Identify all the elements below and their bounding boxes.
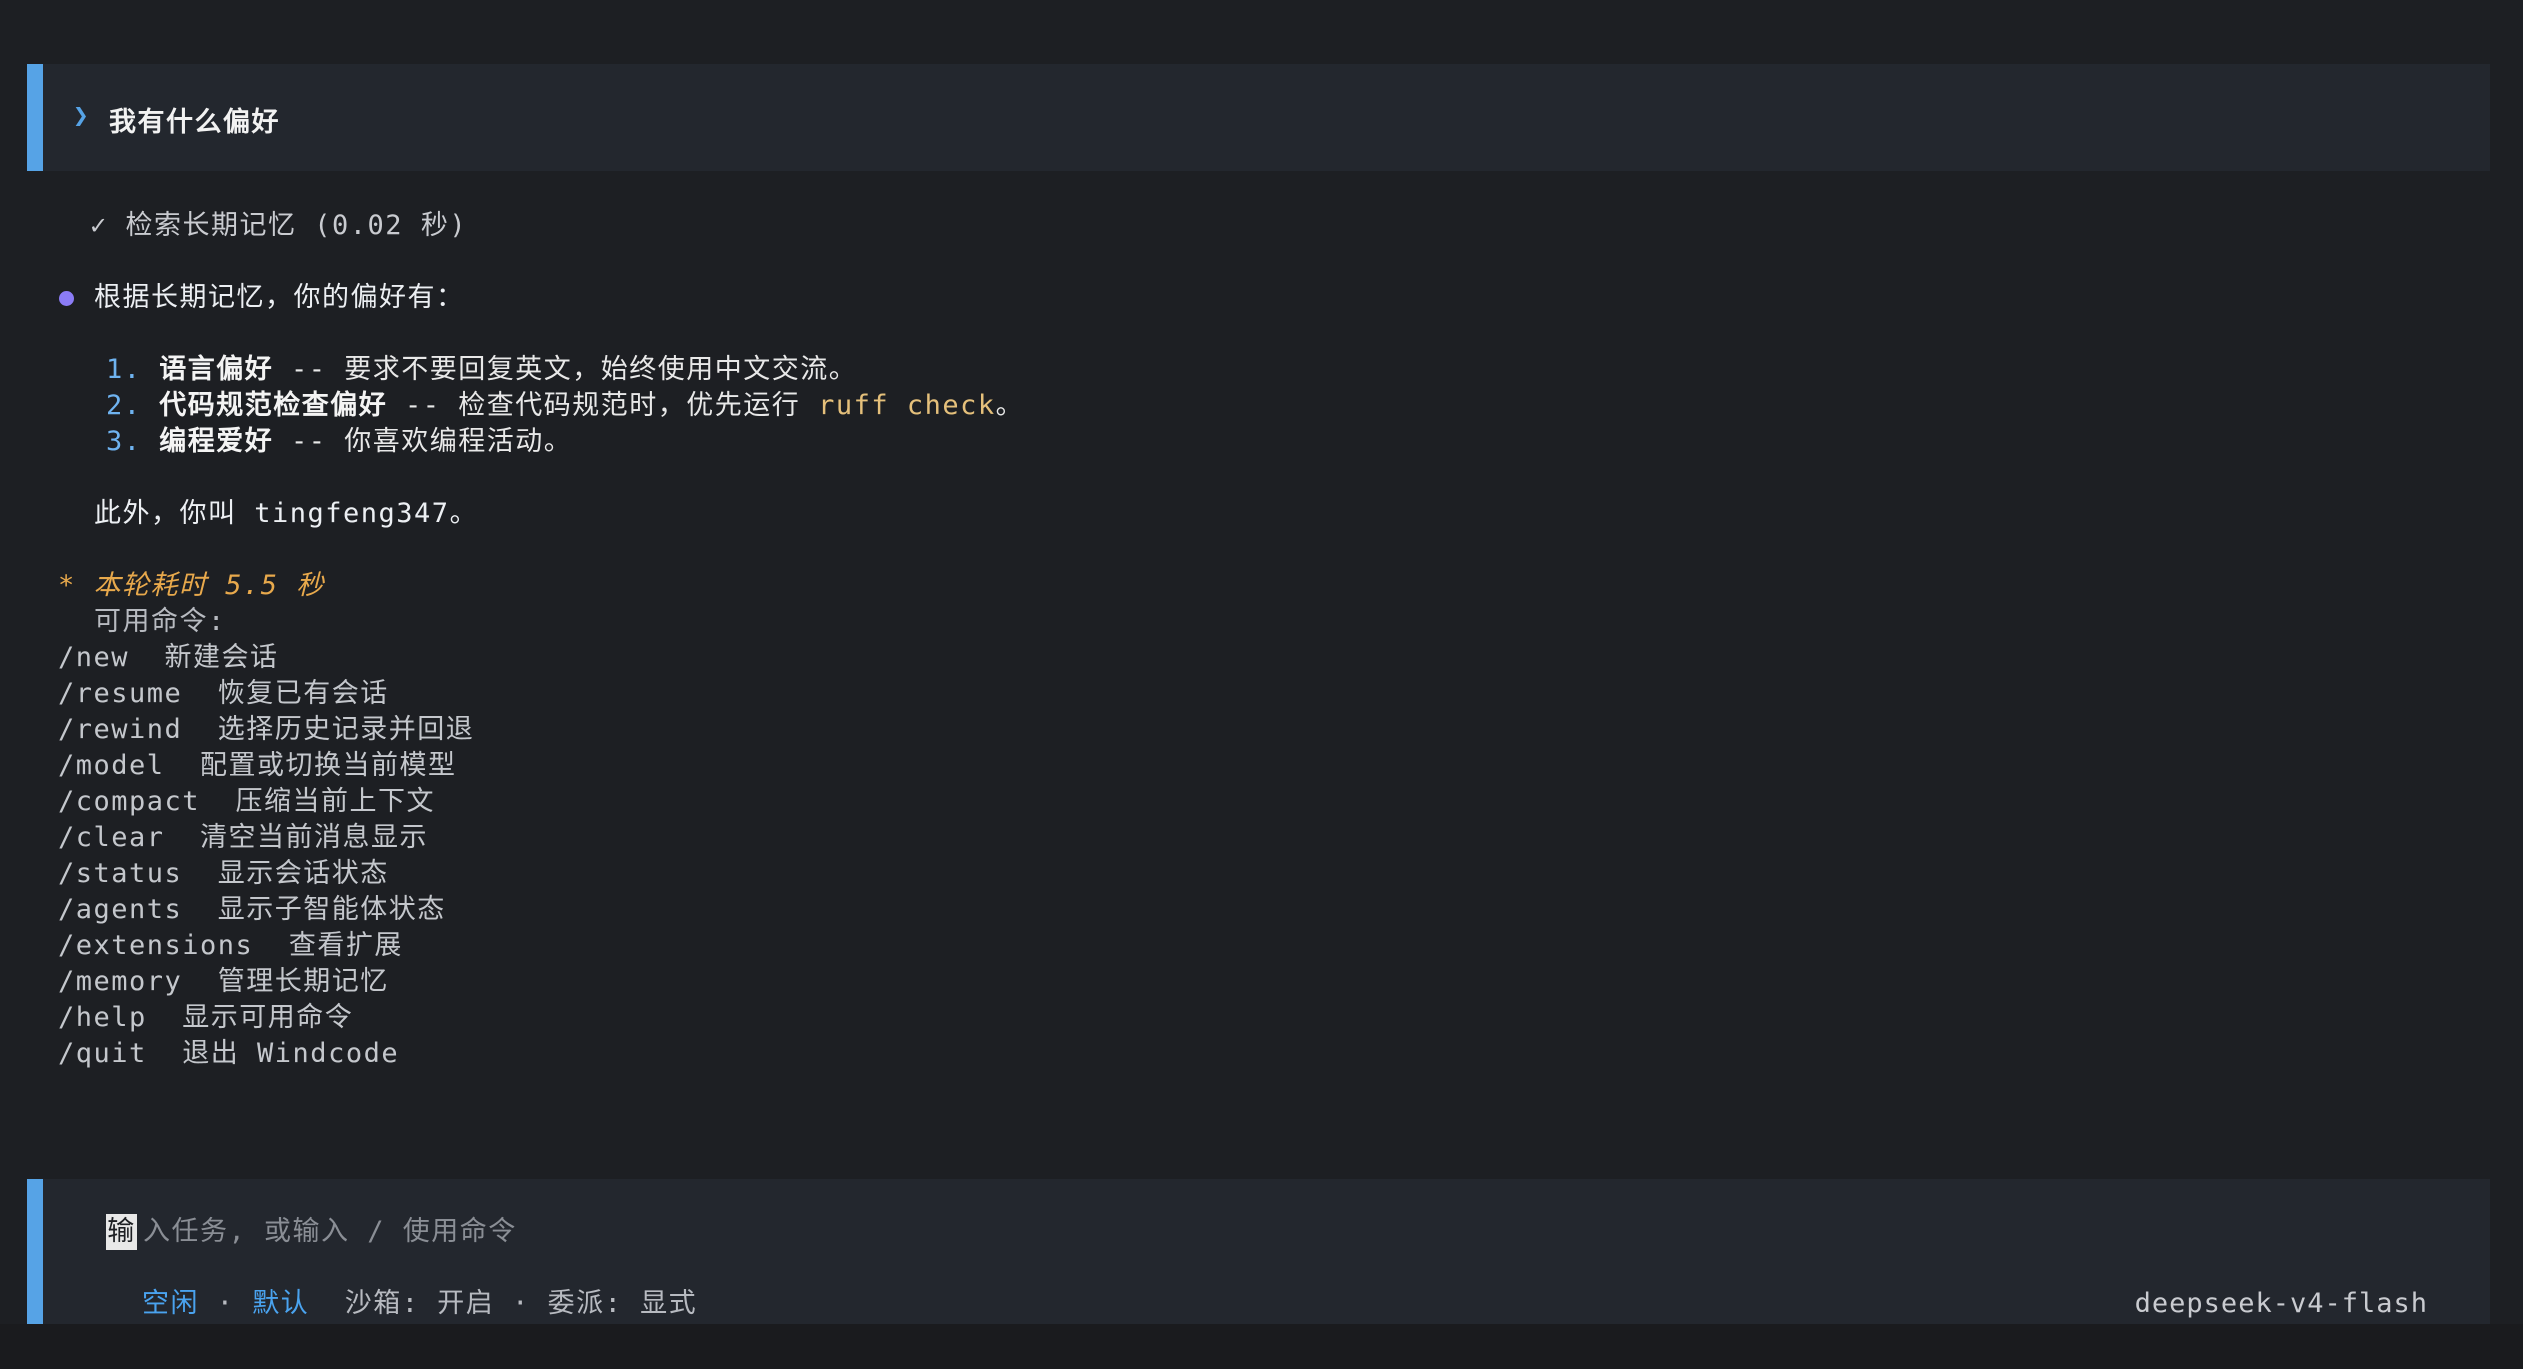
permission-mode: 默认 xyxy=(252,1288,310,1319)
list-item-title: 编程爱好 xyxy=(159,426,274,457)
list-item-text: -- 检查代码规范时，优先运行 xyxy=(387,390,819,421)
list-item: 2. 代码规范检查偏好 -- 检查代码规范时，优先运行 ruff check。 xyxy=(106,388,1024,424)
user-message-text: 我有什么偏好 xyxy=(109,107,280,138)
list-item-text: -- 你喜欢编程活动。 xyxy=(273,426,573,457)
sandbox-status: 沙箱: 开启 xyxy=(309,1288,495,1319)
command-item-extensions: /extensions 查看扩展 xyxy=(58,930,403,961)
command-item-help: /help 显示可用命令 xyxy=(58,1002,354,1033)
command-item-new: /new 新建会话 xyxy=(58,642,279,673)
status-bar: 空闲 · 默认 沙箱: 开启 · 委派: 显式 xyxy=(142,1286,697,1322)
turn-timing: * 本轮耗时 5.5 秒 xyxy=(58,570,325,601)
user-message-block: ❯ 我有什么偏好 xyxy=(27,64,2490,171)
check-icon: ✓ xyxy=(90,210,108,241)
command-item-clear: /clear 清空当前消息显示 xyxy=(58,822,429,853)
command-item-memory: /memory 管理长期记忆 xyxy=(58,966,389,997)
bottom-margin xyxy=(0,1324,2523,1369)
list-item: 1. 语言偏好 -- 要求不要回复英文，始终使用中文交流。 xyxy=(106,352,857,388)
status-separator: · xyxy=(494,1288,548,1319)
command-item-resume: /resume 恢复已有会话 xyxy=(58,678,389,709)
terminal-window: ❯ 我有什么偏好 ✓ 检索长期记忆 (0.02 秒) 根据长期记忆，你的偏好有：… xyxy=(0,0,2523,1369)
user-message-accent-bar xyxy=(27,64,43,171)
inline-code: ruff check xyxy=(818,390,996,421)
cursor-char: 输 xyxy=(107,1216,136,1247)
dot-icon xyxy=(59,291,74,306)
list-item-number: 1. xyxy=(106,354,142,385)
tool-call-text: 检索长期记忆 (0.02 秒) xyxy=(125,210,468,241)
response-intro: 根据长期记忆，你的偏好有： xyxy=(94,282,465,313)
command-item-status: /status 显示会话状态 xyxy=(58,858,389,889)
agent-state: 空闲 xyxy=(142,1288,199,1319)
command-item-agents: /agents 显示子智能体状态 xyxy=(58,894,446,925)
status-separator: · xyxy=(199,1288,253,1319)
command-item-model: /model 配置或切换当前模型 xyxy=(58,750,457,781)
tool-call-status: ✓ 检索长期记忆 (0.02 秒) xyxy=(90,208,467,244)
list-item-title: 代码规范检查偏好 xyxy=(159,390,388,421)
input-placeholder[interactable]: 入任务, 或输入 / 使用命令 xyxy=(143,1214,517,1250)
input-accent-bar xyxy=(27,1179,43,1324)
delegate-status: 委派: 显式 xyxy=(547,1288,698,1319)
list-item-text: -- 要求不要回复英文，始终使用中文交流。 xyxy=(273,354,858,385)
prompt-input[interactable]: 输 入任务, 或输入 / 使用命令 空闲 · 默认 沙箱: 开启 · 委派: 显… xyxy=(27,1179,2490,1324)
chevron-right-icon: ❯ xyxy=(73,101,91,131)
command-item-quit: /quit 退出 Windcode xyxy=(58,1038,400,1069)
model-name: deepseek-v4-flash xyxy=(2134,1288,2428,1319)
response-note: 此外，你叫 tingfeng347。 xyxy=(94,498,479,529)
command-item-rewind: /rewind 选择历史记录并回退 xyxy=(58,714,475,745)
commands-header: 可用命令: xyxy=(94,606,226,637)
command-item-compact: /compact 压缩当前上下文 xyxy=(58,786,436,817)
list-item-title: 语言偏好 xyxy=(159,354,274,385)
list-item-number: 3. xyxy=(106,426,142,457)
list-item: 3. 编程爱好 -- 你喜欢编程活动。 xyxy=(106,424,572,460)
list-item-suffix: 。 xyxy=(995,390,1025,421)
list-item-number: 2. xyxy=(106,390,142,421)
